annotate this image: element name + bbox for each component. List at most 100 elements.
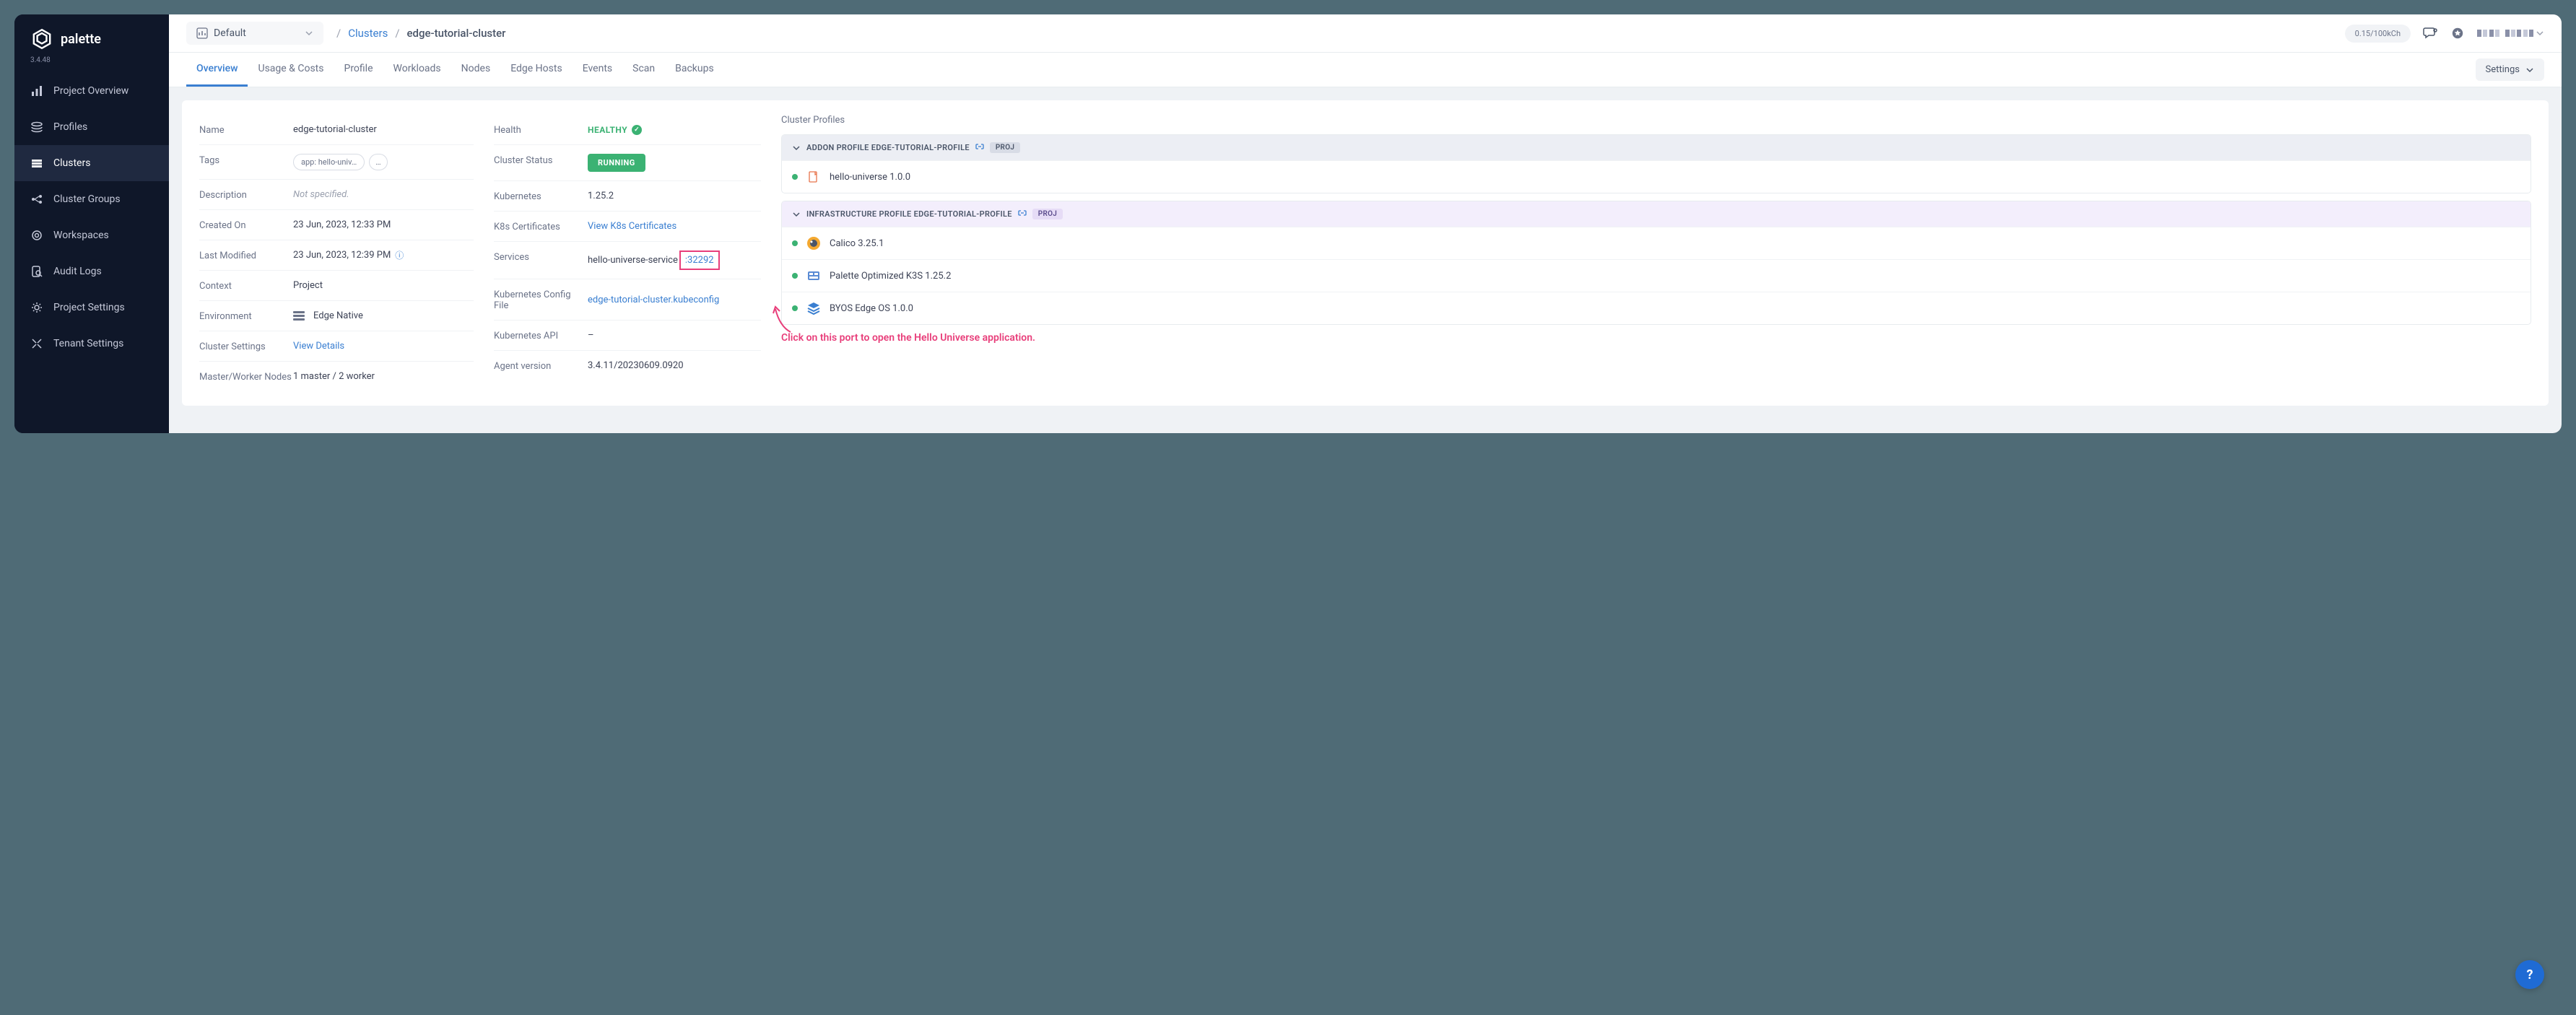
usage-indicator: 0.15/100kCh [2345, 25, 2411, 43]
profile-item[interactable]: Calico 3.25.1 [782, 227, 2531, 259]
detail-row-kubeconfig: Kubernetes Config File edge-tutorial-clu… [494, 279, 761, 321]
profile-item[interactable]: Palette Optimized K3S 1.25.2 [782, 259, 2531, 292]
help-button[interactable]: ? [2515, 960, 2544, 989]
detail-row-cluster-settings: Cluster Settings View Details [199, 331, 474, 362]
view-k8s-certs-link[interactable]: View K8s Certificates [588, 220, 676, 232]
detail-value: 23 Jun, 2023, 12:33 PM [293, 219, 391, 231]
detail-label: Environment [199, 310, 293, 322]
tab-events[interactable]: Events [573, 53, 622, 87]
detail-label: Context [199, 279, 293, 292]
proj-badge: PROJ [990, 142, 1020, 153]
addon-profile-header[interactable]: ADDON PROFILE EDGE-TUTORIAL-PROFILE PROJ [782, 135, 2531, 160]
profile-item[interactable]: BYOS Edge OS 1.0.0 [782, 292, 2531, 324]
details-left-column: Name edge-tutorial-cluster Tags app: hel… [199, 115, 474, 391]
detail-value: Not specified. [293, 188, 349, 201]
tabs-row: Overview Usage & Costs Profile Workloads… [169, 53, 2562, 87]
tag-chip[interactable]: app: hello-univ… [293, 154, 365, 170]
callout-text: Click on this port to open the Hello Uni… [781, 332, 2531, 344]
chat-icon[interactable] [2422, 25, 2438, 41]
brand-name: palette [61, 32, 101, 47]
detail-label: Cluster Status [494, 154, 588, 172]
version-label: 3.4.48 [14, 56, 169, 73]
tab-backups[interactable]: Backups [665, 53, 724, 87]
detail-value: 1 master / 2 worker [293, 370, 375, 383]
detail-row-context: Context Project [199, 271, 474, 301]
arrow-icon [773, 305, 794, 334]
sidebar-item-project-settings[interactable]: Project Settings [14, 289, 169, 326]
link-icon[interactable] [1018, 209, 1027, 219]
sidebar-item-project-overview[interactable]: Project Overview [14, 73, 169, 109]
detail-label: Agent version [494, 360, 588, 372]
sidebar-item-label: Project Overview [53, 85, 129, 97]
tab-scan[interactable]: Scan [622, 53, 665, 87]
tab-profile[interactable]: Profile [334, 53, 383, 87]
profiles-column: Cluster Profiles ADDON PROFILE EDGE-TUTO… [781, 115, 2531, 391]
tab-edge-hosts[interactable]: Edge Hosts [500, 53, 572, 87]
link-icon[interactable] [975, 142, 984, 153]
sidebar-nav: Project Overview Profiles Clusters Clust… [14, 73, 169, 362]
settings-button[interactable]: Settings [2476, 58, 2544, 81]
status-dot-icon [792, 174, 798, 180]
profile-item-label: Calico 3.25.1 [830, 238, 884, 249]
sidebar-item-audit-logs[interactable]: Audit Logs [14, 253, 169, 289]
proj-badge: PROJ [1032, 209, 1063, 219]
profile-header-label: INFRASTRUCTURE PROFILE EDGE-TUTORIAL-PRO… [806, 209, 1012, 219]
sidebar: palette 3.4.48 Project Overview Profiles… [14, 14, 169, 433]
tab-nodes[interactable]: Nodes [451, 53, 501, 87]
grid-icon [30, 157, 43, 170]
sidebar-item-clusters[interactable]: Clusters [14, 145, 169, 181]
tag-more-button[interactable]: … [369, 154, 387, 170]
detail-value: 23 Jun, 2023, 12:39 PM [293, 250, 391, 261]
detail-value: – [588, 329, 594, 341]
target-icon [30, 229, 43, 242]
project-selector[interactable]: Default [186, 22, 323, 45]
sidebar-item-label: Clusters [53, 157, 90, 169]
sidebar-item-label: Profiles [53, 121, 87, 133]
topbar: Default / Clusters / edge-tutorial-clust… [169, 14, 2562, 53]
edge-native-icon [293, 311, 305, 321]
tab-workloads[interactable]: Workloads [383, 53, 451, 87]
sidebar-item-workspaces[interactable]: Workspaces [14, 217, 169, 253]
detail-row-tags: Tags app: hello-univ… … [199, 145, 474, 180]
tab-overview[interactable]: Overview [186, 53, 248, 87]
k3s-icon [806, 269, 821, 283]
info-icon[interactable]: ⓘ [395, 249, 404, 261]
tab-usage-costs[interactable]: Usage & Costs [248, 53, 334, 87]
content-area: Name edge-tutorial-cluster Tags app: hel… [169, 87, 2562, 433]
breadcrumb-current: edge-tutorial-cluster [407, 27, 506, 40]
pack-icon [806, 170, 821, 184]
detail-row-agent-version: Agent version 3.4.11/20230609.0920 [494, 351, 761, 380]
health-badge: HEALTHY ✓ [588, 125, 642, 135]
detail-label: Last Modified [199, 249, 293, 261]
search-file-icon [30, 265, 43, 278]
detail-label: Kubernetes [494, 190, 588, 202]
user-avatar-pixelated[interactable] [2477, 29, 2544, 38]
infra-profile-header[interactable]: INFRASTRUCTURE PROFILE EDGE-TUTORIAL-PRO… [782, 201, 2531, 227]
breadcrumb-link-clusters[interactable]: Clusters [348, 27, 388, 40]
detail-value: Edge Native [313, 310, 363, 321]
detail-label: Master/Worker Nodes [199, 370, 293, 383]
profile-item[interactable]: hello-universe 1.0.0 [782, 160, 2531, 193]
gear-icon [30, 301, 43, 314]
service-port-link[interactable]: :32292 [679, 251, 720, 270]
detail-row-cluster-status: Cluster Status RUNNING [494, 145, 761, 181]
detail-row-master-worker: Master/Worker Nodes 1 master / 2 worker [199, 362, 474, 391]
detail-label: Health [494, 123, 588, 136]
detail-label: Cluster Settings [199, 340, 293, 352]
sidebar-item-cluster-groups[interactable]: Cluster Groups [14, 181, 169, 217]
sidebar-item-tenant-settings[interactable]: Tenant Settings [14, 326, 169, 362]
detail-value: 1.25.2 [588, 190, 614, 202]
byos-icon [806, 301, 821, 315]
callout-annotation: Click on this port to open the Hello Uni… [781, 332, 2531, 344]
detail-row-health: Health HEALTHY ✓ [494, 115, 761, 145]
profile-item-label: BYOS Edge OS 1.0.0 [830, 303, 913, 314]
sidebar-item-label: Tenant Settings [53, 338, 123, 349]
sidebar-item-label: Cluster Groups [53, 193, 121, 205]
bar-chart-icon [30, 84, 43, 97]
star-icon[interactable] [2450, 25, 2466, 41]
sidebar-item-profiles[interactable]: Profiles [14, 109, 169, 145]
profile-item-label: Palette Optimized K3S 1.25.2 [830, 271, 951, 282]
detail-label: Kubernetes Config File [494, 288, 588, 311]
view-details-link[interactable]: View Details [293, 340, 344, 352]
kubeconfig-link[interactable]: edge-tutorial-cluster.kubeconfig [588, 288, 719, 311]
